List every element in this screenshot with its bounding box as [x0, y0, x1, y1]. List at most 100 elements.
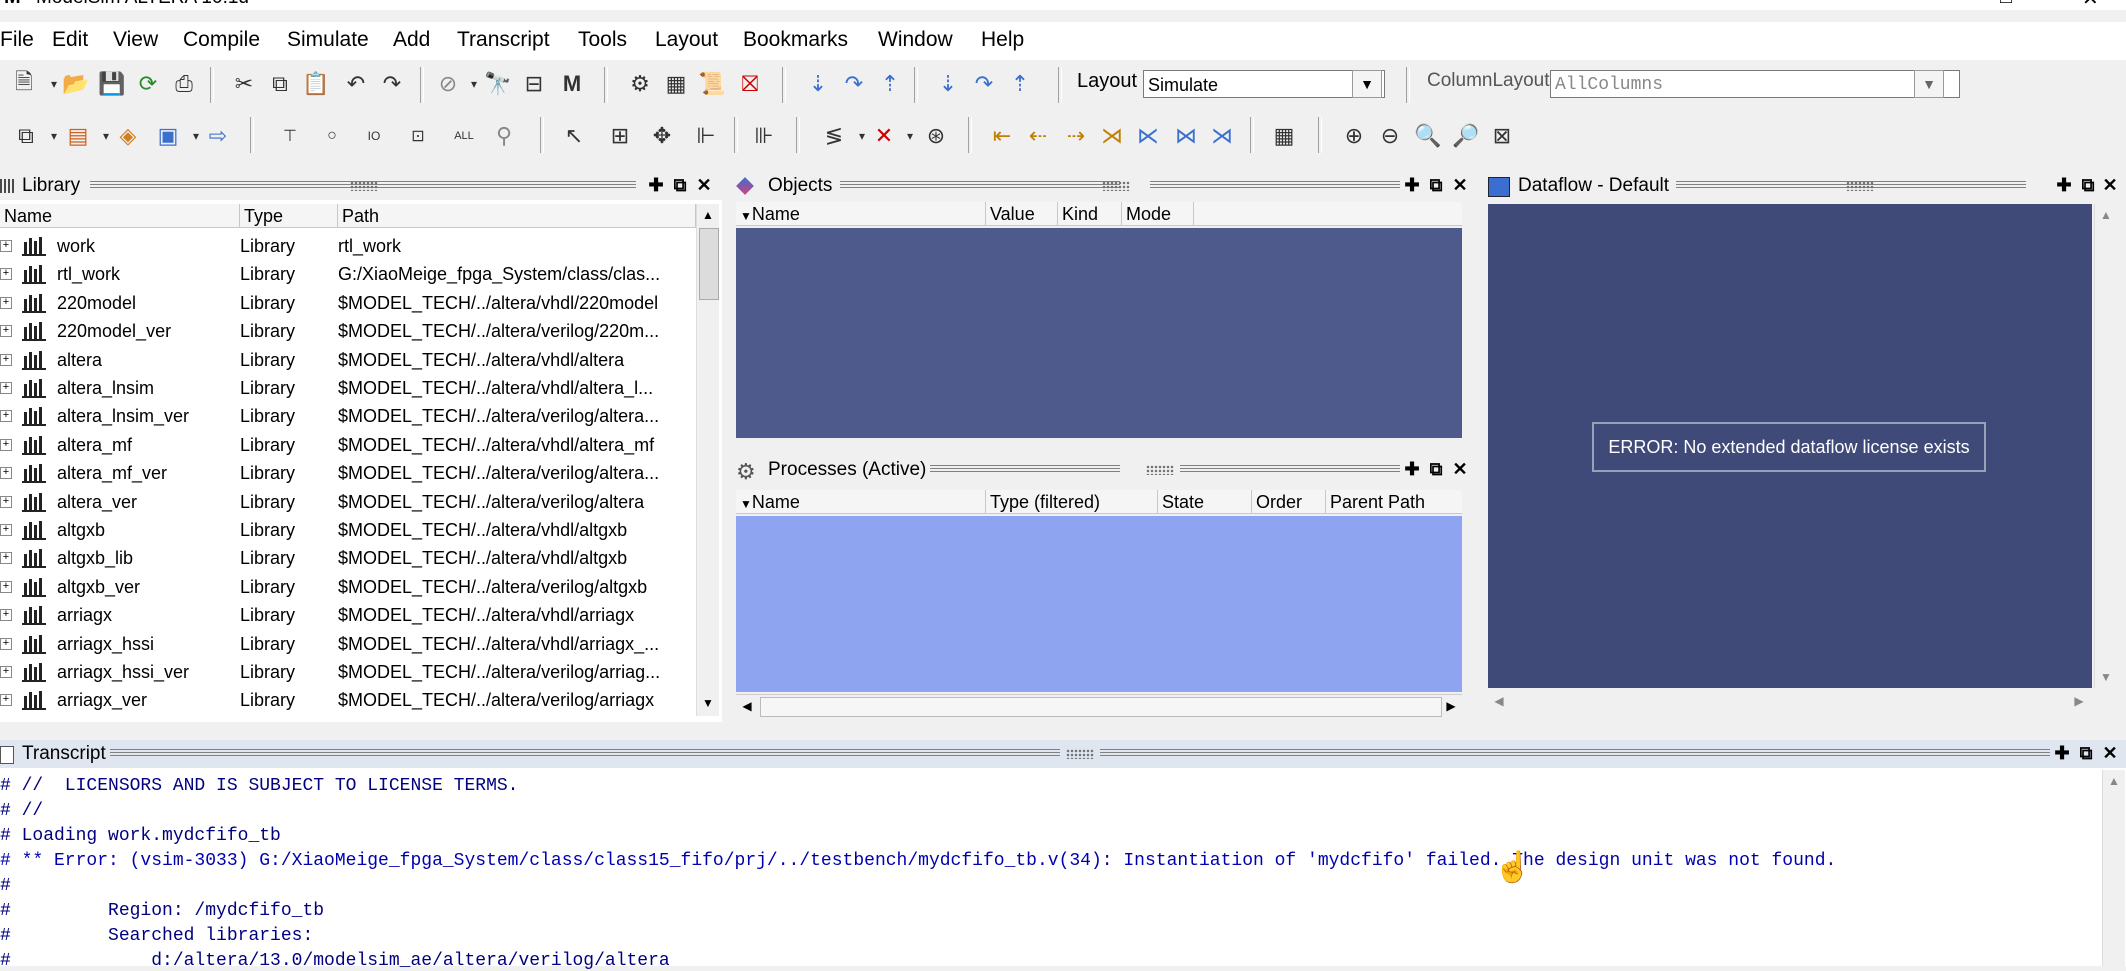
- step-over-2-icon[interactable]: ↷: [970, 70, 998, 98]
- zoom-out-icon[interactable]: ⊖: [1376, 122, 1404, 150]
- expand-icon[interactable]: +: [0, 382, 12, 394]
- transcript-scrollbar[interactable]: ▲: [2102, 770, 2125, 966]
- tree-icon[interactable]: ⊩: [692, 122, 720, 150]
- column-layout-dropdown-icon[interactable]: ▼: [1914, 70, 1944, 98]
- break-icon[interactable]: ⛝: [736, 70, 764, 98]
- menu-file[interactable]: File: [0, 28, 34, 52]
- column-header-value[interactable]: Value: [986, 202, 1058, 226]
- scroll-up-icon[interactable]: ▲: [2095, 204, 2117, 226]
- dataflow-hscrollbar[interactable]: ◀ ▶: [1488, 690, 2092, 714]
- cursor-icon[interactable]: ⊛: [922, 122, 950, 150]
- close-panel-icon[interactable]: ✕: [694, 175, 714, 195]
- maximize-icon[interactable]: □: [2000, 0, 2012, 9]
- undock-icon[interactable]: ⧉: [1426, 459, 1446, 479]
- expand-icon[interactable]: +: [0, 268, 12, 281]
- menu-help[interactable]: Help: [981, 28, 1024, 52]
- close-panel-icon[interactable]: ✕: [1450, 175, 1470, 195]
- modelsim-icon[interactable]: M: [558, 70, 586, 98]
- column-header-state[interactable]: State: [1158, 490, 1252, 514]
- trace-icon[interactable]: ≶: [820, 122, 848, 150]
- panel-grip[interactable]: [110, 749, 1060, 757]
- new-file-icon[interactable]: 🗎: [10, 69, 38, 98]
- expand-icon[interactable]: +: [0, 552, 12, 565]
- expand-icon[interactable]: +: [0, 609, 12, 622]
- edge-right-icon[interactable]: ⋊: [1208, 122, 1236, 150]
- menu-transcript[interactable]: Transcript: [457, 28, 550, 52]
- panel-grip-dots[interactable]: [1146, 465, 1174, 475]
- add-list-icon[interactable]: ▤: [64, 122, 92, 150]
- find-replace-icon[interactable]: ⊟: [520, 70, 548, 98]
- dock-icon[interactable]: ✚: [2054, 175, 2074, 195]
- column-header-type[interactable]: Type (filtered): [986, 490, 1158, 514]
- edge-left-icon[interactable]: ⋉: [1134, 122, 1162, 150]
- dock-icon[interactable]: ✚: [1402, 175, 1422, 195]
- select-pointer-icon[interactable]: ↖: [560, 122, 588, 150]
- expand-icon[interactable]: +: [0, 467, 12, 480]
- menu-view[interactable]: View: [113, 28, 158, 52]
- undock-icon[interactable]: ⧉: [670, 175, 690, 195]
- panel-grip[interactable]: [1100, 749, 2050, 757]
- wand-icon[interactable]: ⚲: [490, 122, 518, 150]
- text-mode-1-icon[interactable]: ⊤: [276, 122, 304, 150]
- next-edge-icon[interactable]: ⇢: [1062, 122, 1090, 150]
- scroll-right-icon[interactable]: ▶: [2068, 690, 2090, 712]
- column-header-parent-path[interactable]: Parent Path: [1326, 490, 1462, 514]
- library-row[interactable]: + altgxb Library $MODEL_TECH/../altera/vhdl…: [0, 516, 690, 544]
- processes-list-area[interactable]: [736, 516, 1462, 692]
- zoom-cursor-icon[interactable]: 🔎: [1452, 122, 1480, 150]
- library-row[interactable]: + altera_ver Library $MODEL_TECH/../altera/…: [0, 488, 690, 516]
- all-icon[interactable]: ALL: [450, 122, 478, 150]
- menu-window[interactable]: Window: [878, 28, 953, 52]
- scroll-left-icon[interactable]: ◀: [1488, 690, 1510, 712]
- library-row[interactable]: + work Library rtl_work: [0, 232, 690, 260]
- text-mode-10-icon[interactable]: IO: [360, 122, 388, 150]
- library-scrollbar[interactable]: ▲ ▼: [696, 204, 719, 716]
- move-icon[interactable]: ✥: [648, 122, 676, 150]
- panel-grip-dots[interactable]: [1846, 181, 1874, 191]
- processes-hscrollbar[interactable]: ◀ ▶: [736, 694, 1462, 719]
- library-row[interactable]: + altera_mf_ver Library $MODEL_TECH/../alte…: [0, 459, 690, 487]
- export-icon[interactable]: ⇨: [204, 122, 232, 150]
- edge-both-icon[interactable]: ⋈: [1172, 122, 1200, 150]
- panel-grip[interactable]: [1150, 181, 1400, 189]
- column-header-mode[interactable]: Mode: [1122, 202, 1194, 226]
- expand-icon[interactable]: +: [0, 694, 12, 707]
- library-row[interactable]: +220model_ver Library $MODEL_TECH/../alter…: [0, 317, 690, 345]
- clear-icon[interactable]: ✕: [870, 122, 898, 150]
- library-row[interactable]: + altgxb_lib Library $MODEL_TECH/../altera/…: [0, 544, 690, 572]
- panel-grip[interactable]: [930, 465, 1120, 473]
- copy-icon[interactable]: ⧉: [266, 70, 294, 98]
- column-header-name[interactable]: ▼Name: [736, 490, 986, 514]
- step-icon[interactable]: ⇣: [804, 70, 832, 98]
- column-header-path[interactable]: Path: [338, 204, 696, 228]
- scroll-left-icon[interactable]: ◀: [736, 695, 758, 717]
- save-icon[interactable]: 💾: [98, 70, 126, 98]
- layout-dropdown-icon[interactable]: ▼: [1352, 70, 1382, 98]
- dropdown-arrow-icon[interactable]: ▾: [896, 122, 924, 150]
- zoom-range-icon[interactable]: ⊠: [1488, 122, 1516, 150]
- dock-icon[interactable]: ✚: [1402, 459, 1422, 479]
- column-header-kind[interactable]: Kind: [1058, 202, 1122, 226]
- wave-window-icon[interactable]: ▦: [1270, 122, 1298, 150]
- library-row[interactable]: + arriagx Library $MODEL_TECH/../altera/vhd…: [0, 601, 690, 629]
- transcript-error-line[interactable]: # ** Error: (vsim-3033) G:/XiaoMeige_fpg…: [0, 851, 1836, 871]
- dock-icon[interactable]: ✚: [2052, 743, 2072, 763]
- menu-tools[interactable]: Tools: [578, 28, 627, 52]
- column-header-order[interactable]: Order: [1252, 490, 1326, 514]
- library-row[interactable]: + altera_mf Library $MODEL_TECH/../altera/v…: [0, 431, 690, 459]
- layout-select[interactable]: Simulate: [1143, 70, 1385, 98]
- library-row[interactable]: + arriagx_hssi_ver Library $MODEL_TECH/../a…: [0, 658, 690, 686]
- expand-icon[interactable]: +: [0, 580, 12, 593]
- library-row[interactable]: +220model Library $MODEL_TECH/../altera/vh…: [0, 289, 690, 317]
- menu-edit[interactable]: Edit: [52, 28, 88, 52]
- column-header-name[interactable]: Name: [0, 204, 240, 228]
- expand-icon[interactable]: +: [0, 410, 12, 423]
- stop-icon[interactable]: ⊘: [434, 70, 462, 98]
- close-panel-icon[interactable]: ✕: [1450, 459, 1470, 479]
- library-row[interactable]: + rtl_work Library G:/XiaoMeige_fpga_System…: [0, 260, 690, 288]
- panel-grip-dots[interactable]: [350, 181, 378, 191]
- close-panel-icon[interactable]: ✕: [2100, 743, 2120, 763]
- scroll-thumb[interactable]: [760, 697, 1442, 717]
- add-dataflow-icon[interactable]: ▣: [154, 122, 182, 150]
- expand-icon[interactable]: +: [0, 637, 12, 650]
